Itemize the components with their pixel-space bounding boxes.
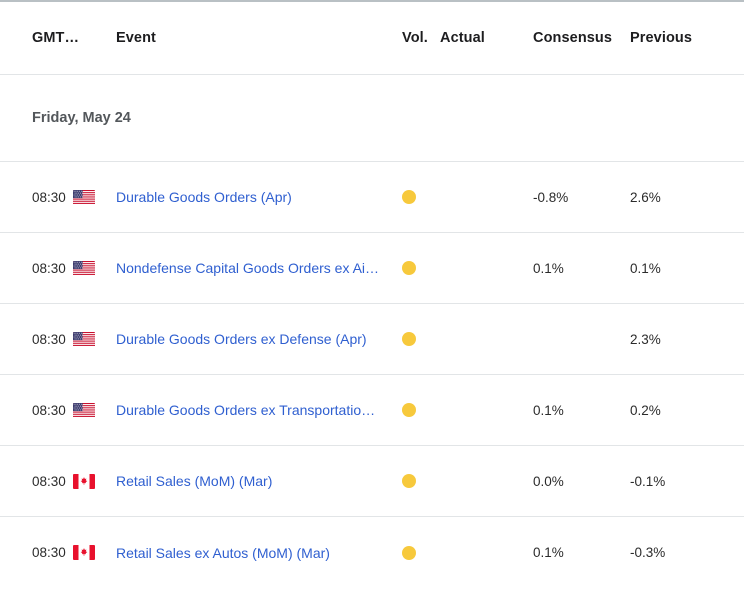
us-flag-icon [66,402,95,418]
column-header-previous[interactable]: Previous [630,30,720,46]
consensus-value: 0.0% [533,473,564,489]
event-link[interactable]: Durable Goods Orders ex Defense (Apr) [116,331,402,347]
volatility-indicator-icon [402,474,416,488]
ca-flag-icon [66,545,95,560]
event-name-cell: Durable Goods Orders ex Transportatio… [116,402,402,418]
volatility-cell [402,190,440,204]
volatility-cell [402,403,440,417]
volatility-indicator-icon [402,332,416,346]
event-time: 08:30 [32,545,66,560]
event-time: 08:30 [32,189,66,205]
event-link[interactable]: Durable Goods Orders (Apr) [116,189,402,205]
table-header: GMT… Event Vol. Actual Consensus Previou… [0,2,744,75]
previous-value: -0.3% [630,545,666,560]
volatility-indicator-icon [402,545,416,560]
us-flag-icon [66,260,95,276]
previous-value: 0.2% [630,402,661,418]
event-time: 08:30 [32,402,66,418]
us-flag-icon [66,189,95,205]
event-name-cell: Nondefense Capital Goods Orders ex Ai… [116,260,402,276]
event-time-cell: 08:30 [32,473,116,489]
column-header-event[interactable]: Event [116,30,402,46]
event-name-cell: Durable Goods Orders ex Defense (Apr) [116,331,402,347]
volatility-cell [402,261,440,275]
event-time: 08:30 [32,473,66,489]
volatility-cell [402,332,440,346]
table-row[interactable]: 08:30 Durable Goods Orders (Apr) -0.8% 2.6% [0,162,744,233]
event-link[interactable]: Retail Sales ex Autos (MoM) (Mar) [116,545,402,561]
date-group-header: Friday, May 24 [0,75,744,162]
volatility-indicator-icon [402,403,416,417]
previous-value: -0.1% [630,473,666,489]
event-link[interactable]: Nondefense Capital Goods Orders ex Ai… [116,260,402,276]
table-row[interactable]: 08:30 Nondefense Capital Goods Orders ex … [0,233,744,304]
column-header-time[interactable]: GMT… [32,30,116,46]
date-group-label: Friday, May 24 [32,110,131,126]
event-name-cell: Retail Sales (MoM) (Mar) [116,473,402,489]
event-name-cell: Durable Goods Orders (Apr) [116,189,402,205]
table-row[interactable]: 08:30 Durable Goods Orders ex Defense (Ap… [0,304,744,375]
ca-flag-icon [66,473,95,489]
column-header-actual[interactable]: Actual [440,30,533,46]
consensus-value: 0.1% [533,402,564,418]
event-time: 08:30 [32,331,66,347]
consensus-value: 0.1% [533,260,564,276]
volatility-cell [402,474,440,488]
volatility-indicator-icon [402,190,416,204]
consensus-value: -0.8% [533,189,569,205]
consensus-value: 0.1% [533,545,564,560]
previous-value: 0.1% [630,260,661,276]
event-link[interactable]: Retail Sales (MoM) (Mar) [116,473,402,489]
volatility-cell [402,545,440,560]
economic-calendar: GMT… Event Vol. Actual Consensus Previou… [0,0,744,588]
table-row[interactable]: 08:30 Retail Sales (MoM) (Mar) 0.0% -0.1% [0,446,744,517]
table-row[interactable]: 08:30 Retail Sales ex Autos (MoM) (Mar) 0.… [0,517,744,588]
event-time-cell: 08:30 [32,402,116,418]
previous-value: 2.3% [630,331,661,347]
event-name-cell: Retail Sales ex Autos (MoM) (Mar) [116,545,402,561]
column-header-consensus[interactable]: Consensus [533,30,630,46]
volatility-indicator-icon [402,261,416,275]
event-time-cell: 08:30 [32,189,116,205]
event-time-cell: 08:30 [32,545,116,560]
table-row[interactable]: 08:30 Durable Goods Orders ex Transportat… [0,375,744,446]
event-time-cell: 08:30 [32,260,116,276]
us-flag-icon [66,331,95,347]
event-time: 08:30 [32,260,66,276]
event-link[interactable]: Durable Goods Orders ex Transportatio… [116,402,402,418]
column-header-vol[interactable]: Vol. [402,30,440,46]
event-rows: 08:30 Durable Goods Orders (Apr) -0.8% 2.6%… [0,162,744,588]
event-time-cell: 08:30 [32,331,116,347]
previous-value: 2.6% [630,189,661,205]
